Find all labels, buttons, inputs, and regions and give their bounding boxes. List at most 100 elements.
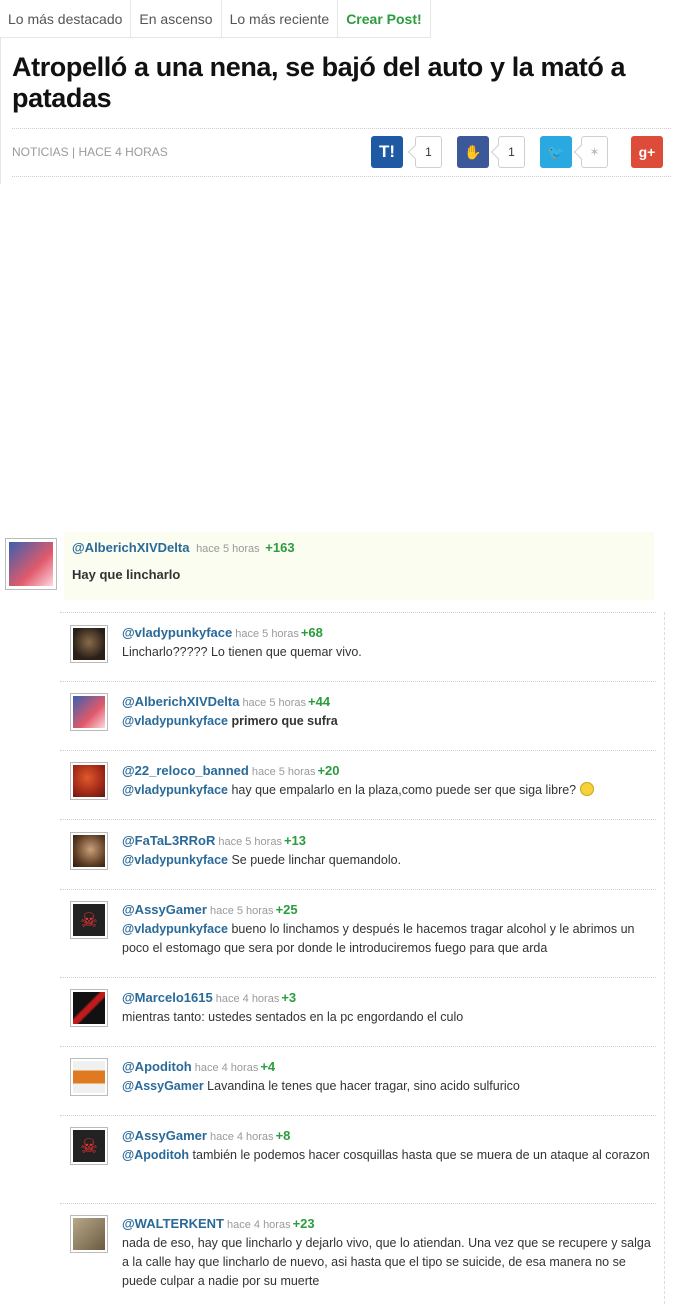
- comment-body: @FaTaL3RRoR hace 5 horas +13 @vladypunkyfa…: [122, 832, 652, 870]
- post-header: Atropelló a una nena, se bajó del auto y…: [0, 38, 682, 184]
- comment-mention[interactable]: @vladypunkyface: [122, 714, 228, 728]
- avatar[interactable]: [70, 693, 108, 731]
- comment-reply: @Marcelo1615 hace 4 horas +3 mientras tant…: [60, 977, 656, 1046]
- comment-reply: ☠ @AssyGamer hace 5 horas +25 @vladypunkyf…: [60, 889, 656, 977]
- avatar-image: [73, 628, 105, 660]
- comment-text-body: Se puede linchar quemandolo.: [231, 853, 402, 867]
- comment-username[interactable]: @WALTERKENT: [122, 1216, 224, 1231]
- comment-reply: ☠ @AssyGamer hace 4 horas +8 @Apoditoh tam…: [60, 1115, 656, 1203]
- avatar-image: [73, 696, 105, 728]
- comment-body: @Apoditoh hace 4 horas +4 @AssyGamer Lavan…: [122, 1058, 652, 1096]
- comment-body: @22_reloco_banned hace 5 horas +20 @vladyp…: [122, 762, 652, 800]
- like-count: 1: [498, 136, 525, 168]
- taringa-share-button[interactable]: T!: [371, 136, 403, 168]
- avatar[interactable]: [5, 538, 57, 590]
- comment-reply: @vladypunkyface hace 5 horas +68 Lincharlo…: [60, 612, 656, 681]
- comment-text: Hay que lincharlo: [72, 567, 181, 582]
- comment-body: @Marcelo1615 hace 4 horas +3 mientras tant…: [122, 989, 652, 1027]
- comment-username[interactable]: @Marcelo1615: [122, 990, 213, 1005]
- thread-line: [664, 612, 665, 1304]
- comment-header: @vladypunkyface hace 5 horas +68: [122, 624, 652, 643]
- comment-reply: @WALTERKENT hace 4 horas +23 nada de eso, …: [60, 1203, 656, 1304]
- comment-score: +3: [281, 990, 297, 1005]
- comment-mention[interactable]: @vladypunkyface: [122, 783, 228, 797]
- comment-text: @AssyGamer Lavandina le tenes que hacer …: [122, 1077, 652, 1096]
- comment-body: @AssyGamer hace 4 horas +8 @Apoditoh tambi…: [122, 1127, 652, 1165]
- post-title: Atropelló a una nena, se bajó del auto y…: [12, 52, 626, 113]
- comment-time: hace 5 horas: [209, 905, 274, 917]
- comment-username[interactable]: @Apoditoh: [122, 1059, 192, 1074]
- comment-reply: @FaTaL3RRoR hace 5 horas +13 @vladypunkyfa…: [60, 819, 656, 889]
- comment-body: @vladypunkyface hace 5 horas +68 Lincharlo…: [122, 624, 652, 662]
- gplus-share-button[interactable]: g+: [631, 136, 663, 168]
- avatar-image: [73, 835, 105, 867]
- comment-time: hace 5 horas: [242, 697, 307, 709]
- comment-reply: @22_reloco_banned hace 5 horas +20 @vladyp…: [60, 750, 656, 819]
- avatar-image: [73, 765, 105, 797]
- skull-icon: ☠: [73, 904, 105, 936]
- avatar-image: [9, 542, 53, 586]
- avatar[interactable]: [70, 1215, 108, 1253]
- comment-text: @Apoditoh también le podemos hacer cosqu…: [122, 1146, 652, 1165]
- comment-score: +68: [300, 625, 323, 640]
- comment-header: @AlberichXIVDelta hace 5 horas +163: [72, 539, 295, 558]
- like-icon[interactable]: ✋: [457, 136, 489, 168]
- avatar[interactable]: [70, 832, 108, 870]
- twitter-loading-icon: ✶: [581, 136, 608, 168]
- comment-mention[interactable]: @Apoditoh: [122, 1148, 189, 1162]
- comment-header: @AssyGamer hace 4 horas +8: [122, 1127, 652, 1146]
- comment-text: @vladypunkyface Se puede linchar quemand…: [122, 851, 652, 870]
- tab-destacado[interactable]: Lo más destacado: [0, 0, 132, 38]
- comment-header: @AssyGamer hace 5 horas +25: [122, 901, 652, 920]
- divider: [12, 128, 671, 129]
- comment-username[interactable]: @AssyGamer: [122, 1128, 207, 1143]
- comment-text-body: hay que empalarlo en la plaza,como puede…: [231, 783, 577, 797]
- avatar[interactable]: [70, 989, 108, 1027]
- comment-time: hace 4 horas: [226, 1219, 291, 1231]
- comment-mention[interactable]: @vladypunkyface: [122, 922, 228, 936]
- comment-text: Lincharlo????? Lo tienen que quemar vivo…: [122, 643, 652, 662]
- comment-text: @vladypunkyface bueno lo linchamos y des…: [122, 920, 652, 958]
- avatar[interactable]: [70, 1058, 108, 1096]
- comment-score: +44: [308, 694, 331, 709]
- comment-text: @vladypunkyface hay que empalarlo en la …: [122, 781, 652, 800]
- comment-username[interactable]: @22_reloco_banned: [122, 763, 249, 778]
- comment-text: nada de eso, hay que lincharlo y dejarlo…: [122, 1234, 652, 1291]
- divider: [12, 176, 671, 177]
- comment-reply: @AlberichXIVDelta hace 5 horas +44 @vladyp…: [60, 681, 656, 750]
- comment-username[interactable]: @AlberichXIVDelta: [72, 540, 189, 555]
- comment-text-body: Lincharlo????? Lo tienen que quemar vivo…: [122, 645, 362, 659]
- comment-text-body: mientras tanto: ustedes sentados en la p…: [122, 1010, 464, 1024]
- comment-time: hace 4 horas: [209, 1131, 274, 1143]
- create-post-link[interactable]: Crear Post!: [338, 0, 431, 38]
- twitter-icon[interactable]: 🐦: [540, 136, 572, 168]
- comment-score: +8: [275, 1128, 291, 1143]
- comment-username[interactable]: @AlberichXIVDelta: [122, 694, 239, 709]
- avatar[interactable]: [70, 762, 108, 800]
- comment-reply: @Apoditoh hace 4 horas +4 @AssyGamer Lavan…: [60, 1046, 656, 1115]
- tab-ascenso[interactable]: En ascenso: [131, 0, 222, 38]
- avatar[interactable]: ☠: [70, 901, 108, 939]
- comment-header: @22_reloco_banned hace 5 horas +20: [122, 762, 652, 781]
- comment-username[interactable]: @AssyGamer: [122, 902, 207, 917]
- avatar[interactable]: ☠: [70, 1127, 108, 1165]
- comment-mention[interactable]: @vladypunkyface: [122, 853, 228, 867]
- top-nav: Lo más destacado En ascenso Lo más recie…: [0, 0, 431, 38]
- comment-mention[interactable]: @AssyGamer: [122, 1079, 204, 1093]
- comment-body: @WALTERKENT hace 4 horas +23 nada de eso, …: [122, 1215, 652, 1291]
- avatar[interactable]: [70, 625, 108, 663]
- taringa-count: 1: [415, 136, 442, 168]
- avatar-image: [73, 1061, 105, 1093]
- avatar-image: [73, 992, 105, 1024]
- comment-text: mientras tanto: ustedes sentados en la p…: [122, 1008, 652, 1027]
- comment-header: @WALTERKENT hace 4 horas +23: [122, 1215, 652, 1234]
- skull-icon: ☠: [73, 1130, 105, 1162]
- comment-score: +23: [292, 1216, 315, 1231]
- comment-username[interactable]: @vladypunkyface: [122, 625, 232, 640]
- comment-text-body: primero que sufra: [231, 714, 338, 728]
- comment-text-body: también le podemos hacer cosquillas hast…: [192, 1148, 650, 1162]
- comment-username[interactable]: @FaTaL3RRoR: [122, 833, 215, 848]
- comment-body: @AlberichXIVDelta hace 5 horas +44 @vladyp…: [122, 693, 652, 731]
- tab-reciente[interactable]: Lo más reciente: [222, 0, 339, 38]
- comment-body: @AssyGamer hace 5 horas +25 @vladypunkyfac…: [122, 901, 652, 958]
